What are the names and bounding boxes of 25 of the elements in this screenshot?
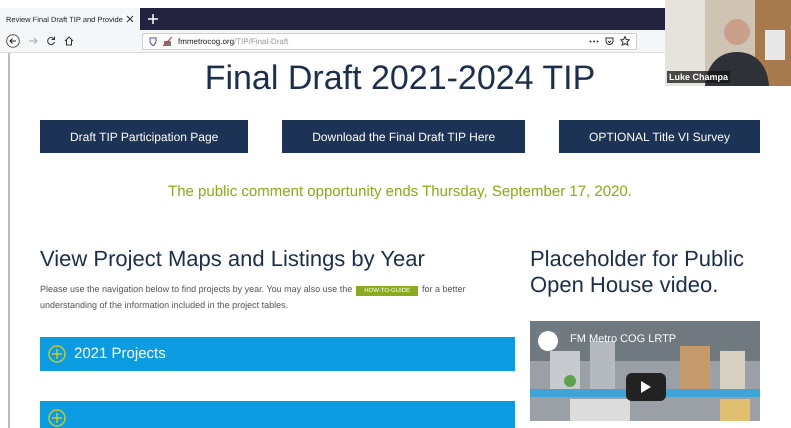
video-heading: Placeholder for Public Open House video. — [530, 246, 746, 299]
new-tab-icon[interactable] — [148, 14, 158, 24]
video-title: FM Metro COG LRTP — [570, 332, 676, 345]
nav-button[interactable]: Draft TIP Participation Page — [40, 120, 248, 153]
home-icon[interactable] — [64, 36, 74, 46]
participant-name: Luke Champa — [667, 71, 730, 83]
section-heading: View Project Maps and Listings by Year — [40, 246, 426, 272]
url-text: fmmetrocog.org/TIP/Final-Draft — [178, 36, 288, 46]
nav-button[interactable]: OPTIONAL Title VI Survey — [559, 120, 760, 153]
video-player[interactable]: FM Metro COG LRTP — [530, 320, 760, 421]
nav-button[interactable]: Download the Final Draft TIP Here — [282, 120, 526, 153]
notice-text: The public comment opportunity ends Thursday, September 17, 2020. — [168, 183, 632, 200]
play-button[interactable] — [626, 372, 666, 401]
plus-circle-icon — [48, 344, 66, 363]
reload-icon[interactable] — [46, 36, 56, 46]
page-title: Final Draft 2021-2024 TIP — [204, 59, 596, 98]
close-icon[interactable] — [126, 15, 134, 23]
more-icon[interactable] — [589, 40, 599, 42]
address-bar[interactable]: fmmetrocog.org/TIP/Final-Draft — [142, 32, 637, 50]
back-icon[interactable] — [6, 34, 20, 48]
play-icon — [641, 380, 651, 393]
star-icon[interactable] — [620, 36, 630, 46]
pocket-icon[interactable] — [605, 36, 614, 46]
shield-icon — [149, 36, 157, 46]
plus-circle-icon — [48, 408, 66, 427]
